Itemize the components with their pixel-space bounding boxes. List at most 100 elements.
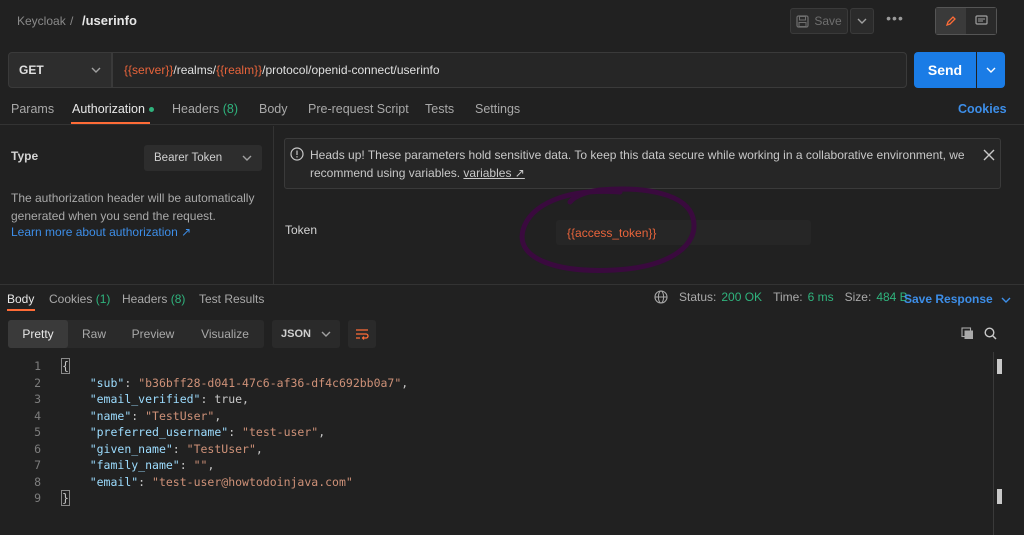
json-key: "email"	[89, 474, 139, 489]
save-response-button[interactable]: Save Response	[904, 292, 1011, 306]
save-icon	[796, 14, 809, 28]
send-options-button[interactable]	[977, 52, 1005, 88]
json-brace: }	[41, 490, 70, 507]
json-value: "test-user@howtodoinjava.com"	[152, 474, 353, 489]
line-number: 7	[34, 458, 41, 472]
format-tab-pretty[interactable]: Pretty	[8, 320, 68, 348]
auth-help-text: The authorization header will be automat…	[11, 191, 255, 223]
documentation-mode-button[interactable]	[966, 8, 996, 34]
view-mode-toggle[interactable]	[935, 7, 997, 35]
json-entry: "name": "TestUser",	[89, 408, 222, 423]
line-number: 1	[34, 359, 41, 373]
auth-type-select[interactable]: Bearer Token	[144, 145, 262, 171]
size-value[interactable]: 484 B	[876, 290, 907, 304]
tab-headers[interactable]: Headers (8)	[172, 102, 238, 116]
tab-authorization[interactable]: Authorization	[72, 102, 154, 116]
response-body-editor[interactable]: 1{2 "sub": "b36bff28-d041-47c6-af36-df4c…	[0, 358, 1000, 507]
json-value: ""	[193, 458, 208, 472]
tab-pre-request-script[interactable]: Pre-request Script	[308, 102, 409, 116]
chevron-down-icon	[242, 155, 252, 161]
code-line: 6 "given_name": "TestUser",	[0, 441, 1000, 458]
auth-type-value: Bearer Token	[154, 152, 223, 164]
edit-mode-button[interactable]	[936, 8, 966, 34]
json-punctuation: ,	[214, 408, 222, 423]
tab-label: Headers	[122, 292, 168, 306]
format-tab-visualize[interactable]: Visualize	[186, 320, 264, 348]
url-segment: /protocol/openid-connect/userinfo	[262, 63, 440, 77]
cookies-link[interactable]: Cookies	[958, 102, 1007, 116]
auth-type-label: Type	[11, 149, 39, 163]
send-button[interactable]: Send	[914, 52, 976, 88]
learn-auth-link[interactable]: Learn more about authorization ↗	[11, 225, 191, 239]
comment-icon	[974, 15, 988, 25]
format-tab-raw[interactable]: Raw	[68, 320, 120, 348]
tab-count: (1)	[95, 292, 111, 306]
more-actions-button[interactable]: •••	[880, 10, 910, 32]
chevron-down-icon	[986, 67, 996, 73]
chevron-down-icon	[857, 18, 867, 24]
json-punctuation: ,	[318, 425, 326, 439]
json-value: "TestUser"	[145, 408, 215, 423]
format-tab-preview[interactable]: Preview	[120, 320, 186, 348]
json-punctuation: ,	[401, 375, 409, 390]
tab-params[interactable]: Params	[11, 102, 54, 116]
url-segment: /realms/	[173, 63, 217, 77]
scrollbar-thumb-bottom[interactable]	[997, 489, 1002, 504]
size-label: Size:	[844, 290, 872, 304]
save-options-button[interactable]	[850, 8, 874, 34]
breadcrumb-current[interactable]: /userinfo	[82, 13, 137, 28]
chevron-down-icon	[91, 67, 101, 73]
format-tabs: Pretty Raw Preview Visualize	[8, 320, 264, 348]
json-entry: "given_name": "TestUser",	[89, 441, 263, 456]
url-input[interactable]: {{server}}/realms/{{realm}}/protocol/ope…	[112, 52, 907, 88]
line-number: 3	[34, 392, 41, 406]
code-line: 2 "sub": "b36bff28-d041-47c6-af36-df4c69…	[0, 375, 1000, 392]
json-value: true	[214, 392, 243, 406]
warning-message: Heads up! These parameters hold sensitiv…	[310, 148, 965, 180]
response-tab-body[interactable]: Body	[7, 292, 34, 306]
save-response-label: Save Response	[904, 292, 993, 306]
status-value[interactable]: 200 OK	[721, 290, 762, 304]
json-entry: "preferred_username": "test-user",	[89, 425, 326, 439]
wrap-lines-button[interactable]	[348, 320, 376, 348]
tab-count: (8)	[170, 292, 186, 306]
save-button[interactable]: Save	[790, 8, 848, 34]
pencil-icon	[945, 16, 956, 27]
line-number: 4	[34, 408, 41, 423]
close-icon[interactable]	[983, 149, 995, 161]
json-key: "given_name"	[89, 441, 173, 456]
brace: {	[61, 358, 70, 374]
url-realm-variable: {{realm}}	[216, 63, 263, 77]
tab-tests[interactable]: Tests	[425, 102, 454, 116]
wrap-icon	[356, 329, 369, 340]
brace: }	[61, 490, 70, 506]
response-tab-headers[interactable]: Headers (8)	[122, 292, 185, 306]
format-select[interactable]: JSON	[272, 320, 340, 348]
line-number: 5	[34, 425, 41, 439]
json-value: "TestUser"	[186, 441, 256, 456]
search-icon[interactable]	[984, 327, 997, 340]
method-select[interactable]: GET	[8, 52, 112, 88]
tab-settings[interactable]: Settings	[475, 102, 520, 116]
globe-icon[interactable]	[654, 290, 668, 304]
code-line: 1{	[0, 358, 1000, 375]
json-punctuation: ,	[255, 441, 263, 456]
copy-icon[interactable]	[961, 327, 974, 340]
time-value[interactable]: 6 ms	[808, 290, 834, 304]
json-value: "b36bff28-d041-47c6-af36-df4c692bb0a7"	[138, 375, 402, 390]
active-tab-indicator	[7, 309, 35, 311]
scrollbar-track	[993, 352, 994, 535]
variables-link[interactable]: variables ↗	[463, 166, 524, 180]
breadcrumb-parent[interactable]: Keycloak	[17, 14, 66, 28]
token-label: Token	[285, 223, 318, 237]
response-tab-test-results[interactable]: Test Results	[199, 292, 264, 306]
json-key: "email_verified"	[89, 392, 201, 406]
code-line: 5 "preferred_username": "test-user",	[0, 424, 1000, 441]
json-entry: "sub": "b36bff28-d041-47c6-af36-df4c692b…	[89, 375, 409, 390]
divider	[0, 124, 1024, 125]
json-key: "sub"	[89, 375, 125, 390]
tab-count: (8)	[222, 102, 239, 116]
tab-body[interactable]: Body	[259, 102, 288, 116]
scrollbar-thumb-top[interactable]	[997, 359, 1002, 374]
response-tab-cookies[interactable]: Cookies (1)	[49, 292, 110, 306]
